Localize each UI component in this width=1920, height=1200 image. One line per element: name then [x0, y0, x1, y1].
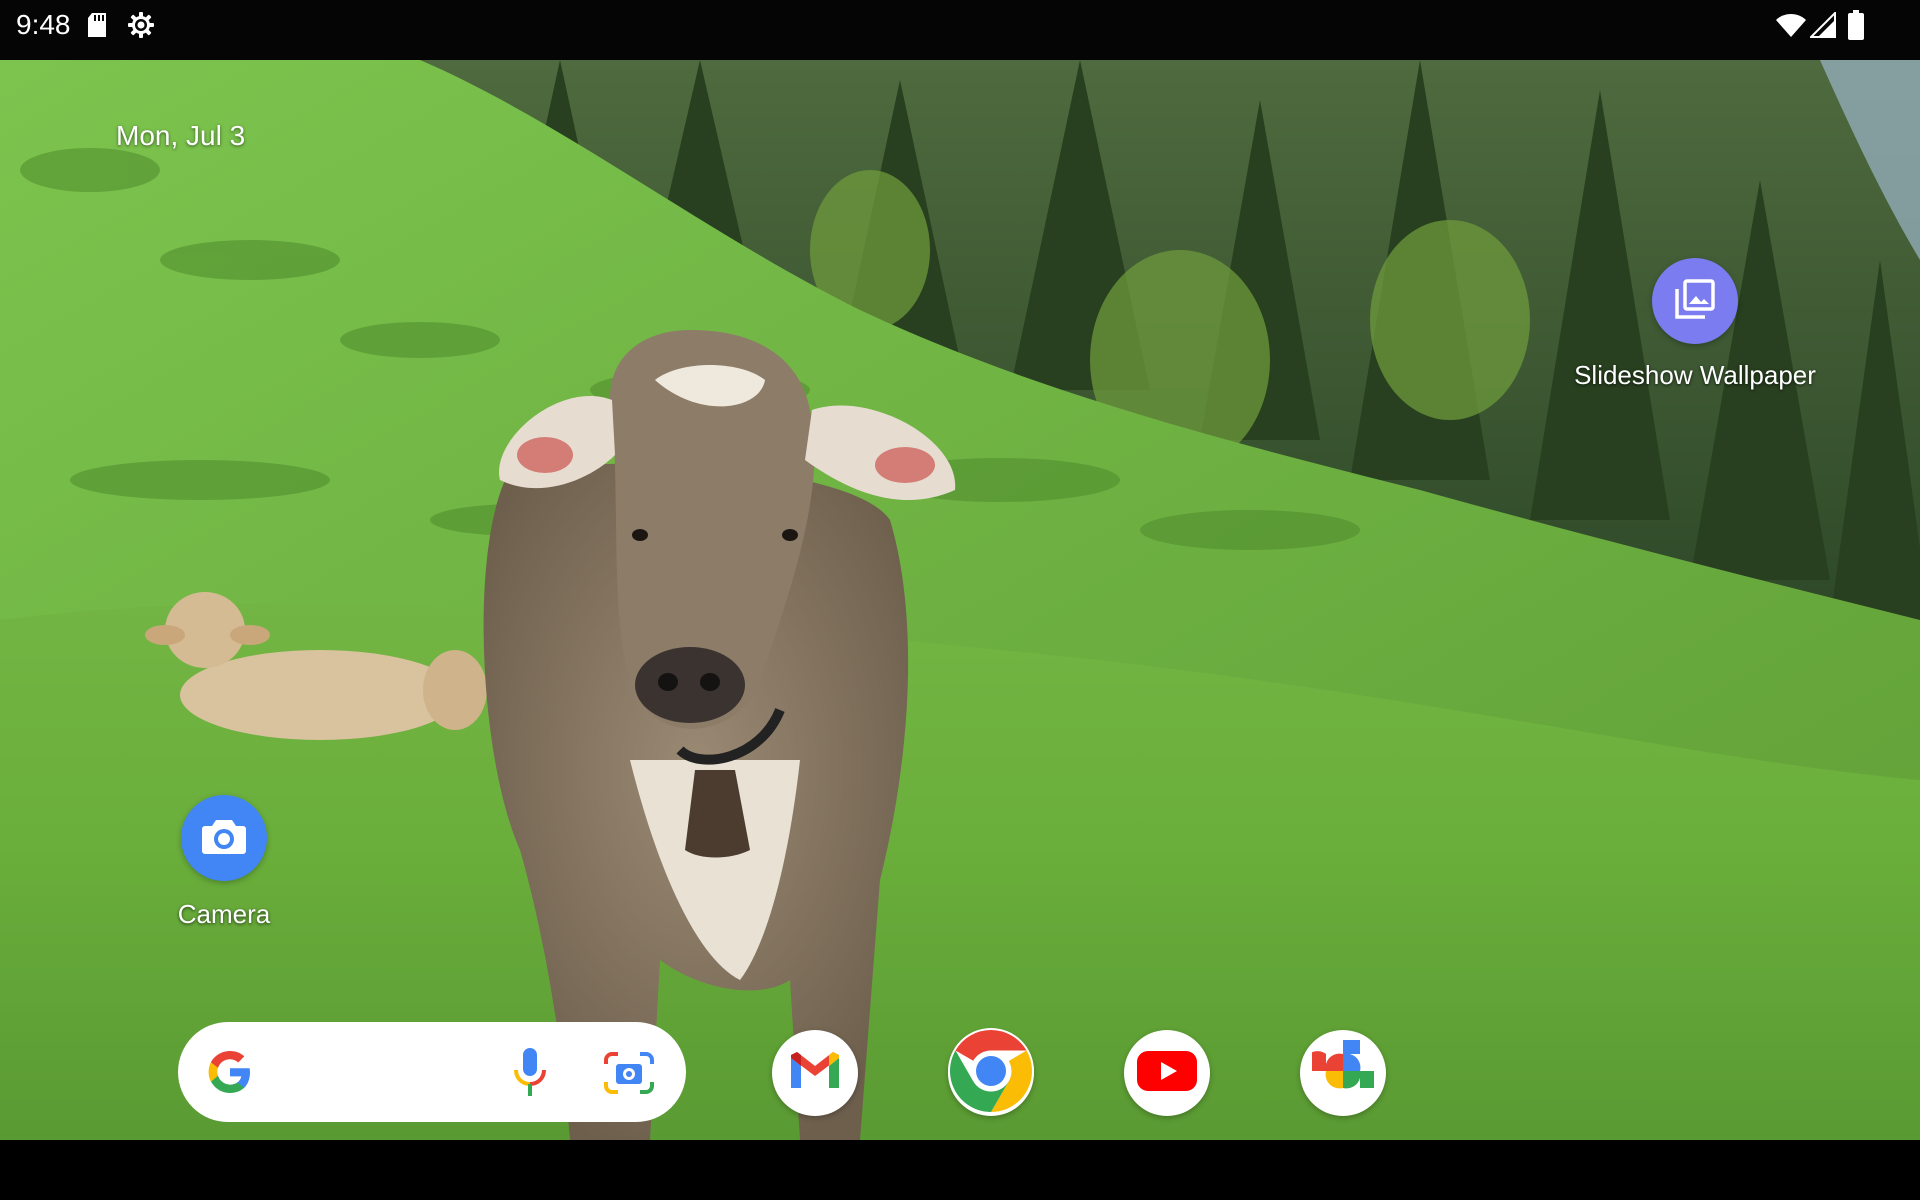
youtube-icon — [1136, 1049, 1198, 1098]
chrome-icon — [948, 1027, 1034, 1119]
slideshow-wallpaper-app-label: Slideshow Wallpaper — [1574, 360, 1816, 390]
wifi-icon — [1775, 12, 1807, 43]
chrome-app[interactable] — [948, 1027, 1034, 1119]
camera-app-circle[interactable] — [181, 795, 267, 881]
camera-icon — [201, 816, 247, 861]
google-photos-app[interactable] — [1300, 1030, 1386, 1116]
microphone-icon[interactable] — [510, 1046, 550, 1105]
sd-card-icon — [86, 12, 108, 43]
date-label[interactable]: Mon, Jul 3 — [116, 120, 245, 152]
status-bar: 9:48 — [0, 0, 1920, 60]
slideshow-wallpaper-app[interactable]: Slideshow Wallpaper — [1540, 258, 1850, 391]
google-photos-icon — [1309, 1033, 1380, 1107]
wallpaper-cow-pasture — [0, 60, 1920, 1140]
status-time: 9:48 — [16, 9, 71, 40]
navigation-bar — [0, 1140, 1920, 1200]
google-search-bar[interactable] — [178, 1022, 686, 1122]
camera-app[interactable]: Camera — [150, 795, 298, 930]
battery-icon — [1848, 10, 1864, 45]
slideshow-wallpaper-app-circle[interactable] — [1652, 258, 1738, 344]
gmail-icon — [788, 1050, 842, 1097]
image-stack-icon — [1673, 277, 1717, 326]
google-g-icon[interactable] — [206, 1048, 254, 1101]
cell-signal-icon — [1808, 10, 1836, 43]
camera-app-label: Camera — [177, 899, 271, 929]
gmail-app[interactable] — [772, 1030, 858, 1116]
wallpaper — [0, 60, 1920, 1140]
google-lens-icon[interactable] — [602, 1050, 656, 1101]
settings-gear-icon — [126, 10, 156, 45]
youtube-app[interactable] — [1124, 1030, 1210, 1116]
